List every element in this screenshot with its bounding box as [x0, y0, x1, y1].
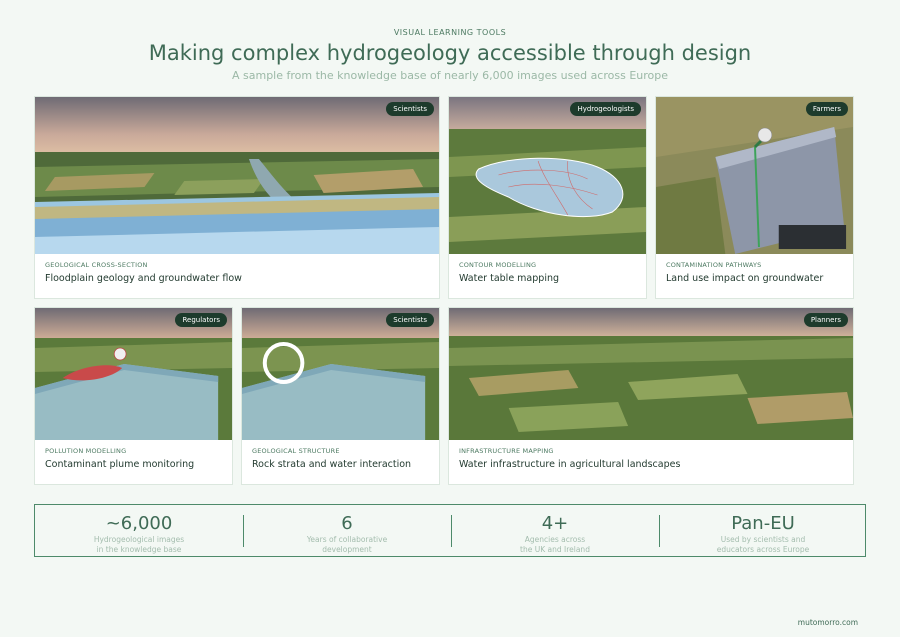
card-title: Land use impact on groundwater — [666, 273, 824, 284]
stat-label: Used by scientists and educators across … — [659, 535, 867, 555]
stat-label: Agencies across the UK and Ireland — [451, 535, 659, 555]
audience-badge: Regulators — [175, 313, 227, 327]
card-water-table[interactable]: Hydrogeologists CONTOUR MODELLING Water … — [448, 96, 647, 299]
stat-label-line: Used by scientists and — [720, 535, 806, 544]
audience-badge: Scientists — [386, 313, 434, 327]
card-title: Water table mapping — [459, 273, 560, 284]
card-plume[interactable]: Regulators POLLUTION MODELLING Contamina… — [34, 307, 233, 485]
stat-agencies: 4+ Agencies across the UK and Ireland — [451, 505, 659, 556]
card-title: Rock strata and water interaction — [252, 459, 412, 470]
card-floodplain[interactable]: Scientists GEOLOGICAL CROSS-SECTION Floo… — [34, 96, 440, 299]
stat-label: Hydrogeological images in the knowledge … — [35, 535, 243, 555]
stat-label-line: the UK and Ireland — [520, 545, 590, 554]
stat-value: ~6,000 — [105, 513, 173, 534]
stat-images: ~6,000 Hydrogeological images in the kno… — [35, 505, 243, 556]
stat-label-line: in the knowledge base — [96, 545, 182, 554]
audience-badge: Scientists — [386, 102, 434, 116]
card-image-infrastructure: Planners — [449, 308, 853, 440]
card-category: GEOLOGICAL STRUCTURE — [252, 447, 340, 455]
card-title: Water infrastructure in agricultural lan… — [459, 459, 681, 470]
section-eyebrow: VISUAL LEARNING TOOLS — [393, 28, 507, 37]
stat-label-line: educators across Europe — [716, 545, 810, 554]
stat-value: 6 — [341, 513, 353, 534]
stat-reach: Pan-EU Used by scientists and educators … — [659, 505, 867, 556]
card-image-floodplain: Scientists — [35, 97, 439, 254]
stat-years: 6 Years of collaborative development — [243, 505, 451, 556]
stat-label-line: development — [322, 545, 372, 554]
stat-value: Pan-EU — [731, 513, 795, 534]
stat-label: Years of collaborative development — [243, 535, 451, 555]
card-category: GEOLOGICAL CROSS-SECTION — [45, 261, 148, 269]
card-title: Contaminant plume monitoring — [45, 459, 195, 470]
page-title: Making complex hydrogeology accessible t… — [148, 41, 752, 65]
page-subtitle: A sample from the knowledge base of near… — [231, 69, 669, 82]
audience-badge: Farmers — [805, 102, 848, 116]
stat-label-line: Hydrogeological images — [93, 535, 185, 544]
card-image-strata: Scientists — [242, 308, 439, 440]
footer-site-link[interactable]: mutomorro.com — [798, 618, 858, 627]
card-category: CONTAMINATION PATHWAYS — [666, 261, 762, 269]
stat-label-line: Years of collaborative — [306, 535, 388, 544]
card-image-contamination: Farmers — [656, 97, 853, 254]
card-category: CONTOUR MODELLING — [459, 261, 537, 269]
card-image-plume: Regulators — [35, 308, 232, 440]
card-strata[interactable]: Scientists GEOLOGICAL STRUCTURE Rock str… — [241, 307, 440, 485]
audience-badge: Hydrogeologists — [570, 102, 641, 116]
card-image-water-table: Hydrogeologists — [449, 97, 646, 254]
card-category: INFRASTRUCTURE MAPPING — [459, 447, 554, 455]
card-contamination[interactable]: Farmers CONTAMINATION PATHWAYS Land use … — [655, 96, 854, 299]
audience-badge: Planners — [803, 313, 848, 327]
stat-label-line: Agencies across — [524, 535, 586, 544]
stats-panel: ~6,000 Hydrogeological images in the kno… — [34, 504, 866, 557]
card-infrastructure[interactable]: Planners INFRASTRUCTURE MAPPING Water in… — [448, 307, 854, 485]
card-category: POLLUTION MODELLING — [45, 447, 127, 455]
card-title: Floodplain geology and groundwater flow — [45, 273, 242, 284]
stat-value: 4+ — [541, 513, 569, 534]
